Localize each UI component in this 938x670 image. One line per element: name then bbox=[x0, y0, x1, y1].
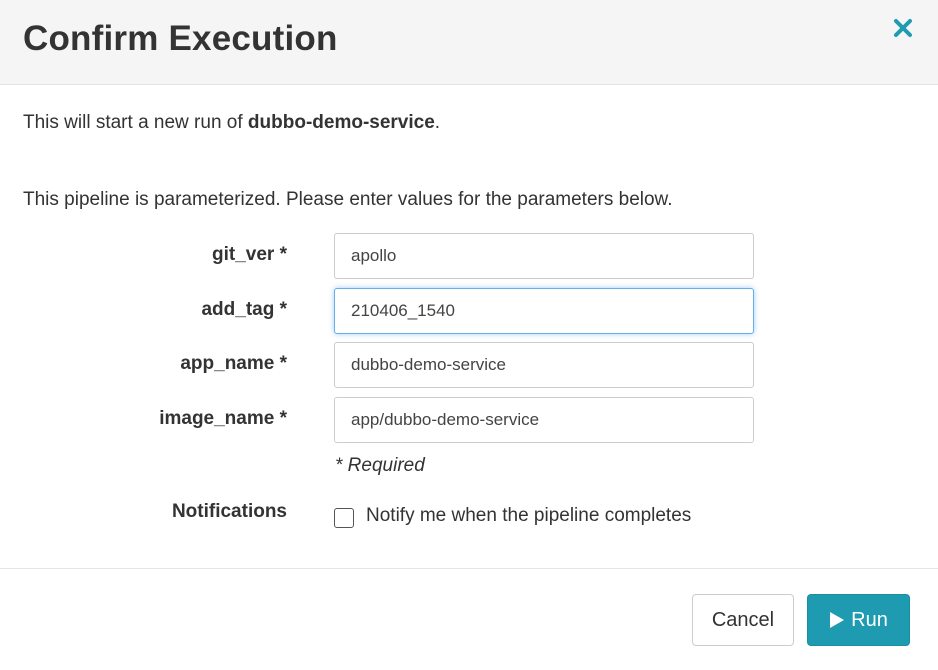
parameterized-note: This pipeline is parameterized. Please e… bbox=[23, 189, 673, 210]
git-ver-input[interactable] bbox=[334, 233, 754, 279]
dialog-footer: Cancel Run bbox=[0, 568, 938, 670]
pipeline-name: dubbo-demo-service bbox=[247, 112, 435, 133]
app-name-label: app_name * bbox=[180, 353, 287, 374]
add-tag-input[interactable] bbox=[334, 288, 754, 334]
play-icon bbox=[829, 611, 845, 629]
notify-checkbox[interactable] bbox=[334, 508, 354, 528]
notify-checkbox-label[interactable]: Notify me when the pipeline completes bbox=[366, 505, 691, 527]
run-button[interactable]: Run bbox=[807, 594, 910, 646]
required-note: * Required bbox=[335, 455, 425, 476]
git-ver-label: git_ver * bbox=[212, 244, 287, 265]
cancel-button[interactable]: Cancel bbox=[692, 594, 794, 646]
cancel-button-label: Cancel bbox=[711, 608, 775, 631]
confirm-execution-dialog: Confirm Execution This will start a new … bbox=[0, 0, 938, 670]
intro-text: This will start a new run of dubbo-demo-… bbox=[23, 112, 440, 134]
intro-suffix: . bbox=[434, 112, 441, 133]
run-button-label: Run bbox=[851, 608, 888, 631]
app-name-input[interactable] bbox=[334, 342, 754, 388]
notifications-label: Notifications bbox=[171, 501, 287, 522]
add-tag-label: add_tag * bbox=[201, 299, 287, 320]
close-button[interactable] bbox=[888, 13, 918, 43]
image-name-input[interactable] bbox=[334, 397, 754, 443]
dialog-title: Confirm Execution bbox=[23, 19, 338, 58]
image-name-label: image_name * bbox=[159, 408, 287, 429]
dialog-header: Confirm Execution bbox=[0, 0, 938, 85]
close-icon bbox=[894, 19, 912, 37]
intro-prefix: This will start a new run of bbox=[23, 112, 248, 133]
